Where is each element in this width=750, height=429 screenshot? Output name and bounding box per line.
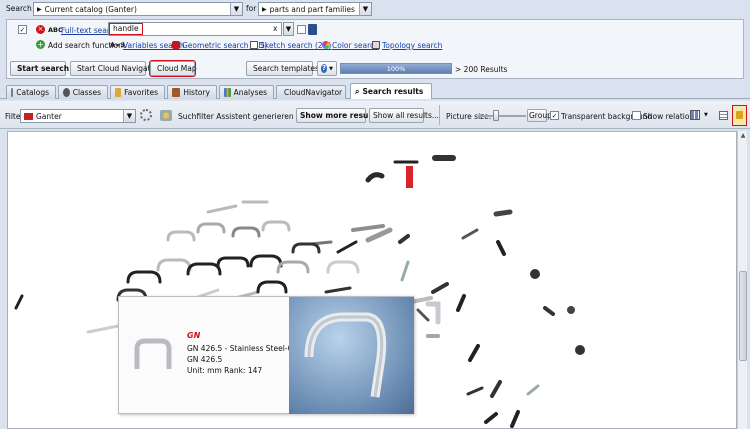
view-mode-icon[interactable] bbox=[690, 110, 700, 120]
tab-favorites[interactable]: Favorites bbox=[110, 85, 165, 99]
part-code: GN 426.5 bbox=[187, 355, 223, 364]
tab-search-results[interactable]: ⌕ Search results bbox=[350, 83, 432, 99]
tab-classes-label: Classes bbox=[72, 88, 101, 97]
play-icon: ▶ bbox=[262, 5, 267, 13]
part-large-preview bbox=[289, 297, 414, 414]
cloud-map-button[interactable]: Cloud Map bbox=[149, 60, 197, 77]
handle-render bbox=[304, 312, 387, 398]
chevron-down-icon[interactable]: ▼ bbox=[230, 3, 242, 15]
tab-cloudnavigator-label: CloudNavigator bbox=[284, 88, 343, 97]
start-search-label: Start search bbox=[17, 64, 70, 73]
chevron-down-icon[interactable]: ▼ bbox=[359, 3, 371, 15]
for-select[interactable]: ▶ parts and part families ▼ bbox=[258, 2, 372, 16]
cloud-map-view-icon bbox=[736, 111, 743, 119]
grid-view-icon[interactable] bbox=[719, 111, 728, 120]
chevron-down-icon[interactable]: ▼ bbox=[704, 112, 708, 118]
catalog-select[interactable]: ▶ Current catalog (Ganter) ▼ bbox=[33, 2, 243, 16]
scroll-thumb[interactable] bbox=[739, 271, 747, 361]
favorites-icon bbox=[115, 88, 122, 97]
color-icon bbox=[322, 41, 330, 49]
tab-cloudnavigator[interactable]: CloudNavigator bbox=[276, 85, 346, 99]
play-icon: ▶ bbox=[37, 5, 42, 13]
filter-assistant-label[interactable]: Suchfilter Assistent generieren bbox=[178, 112, 294, 121]
start-search-button[interactable]: Start search bbox=[10, 61, 70, 76]
add-function-icon: + bbox=[36, 40, 45, 49]
picture-size-slider[interactable] bbox=[478, 110, 526, 121]
catalog-select-value: Current catalog (Ganter) bbox=[44, 4, 137, 14]
show-all-results-label: Show all results... bbox=[373, 111, 440, 120]
transparent-background-checkbox[interactable]: ✓ bbox=[550, 111, 559, 120]
show-more-results-button[interactable]: Show more results... bbox=[296, 108, 388, 123]
query-input-value: handle bbox=[109, 23, 143, 35]
show-relations-checkbox[interactable] bbox=[632, 111, 641, 120]
tab-history-label: History bbox=[183, 88, 210, 97]
search-templates-button[interactable]: Search templates ▼ bbox=[246, 61, 325, 76]
group-label: Group bbox=[529, 111, 552, 120]
part-unit-rank: Unit: mm Rank: 147 bbox=[187, 366, 263, 375]
handle-thumbnail bbox=[134, 338, 172, 369]
book-icon[interactable] bbox=[308, 24, 317, 35]
tab-history[interactable]: History bbox=[167, 85, 217, 99]
query-input[interactable]: handle x bbox=[108, 22, 282, 36]
brand-logo: GN bbox=[187, 331, 201, 340]
clear-query-icon[interactable]: x bbox=[273, 24, 277, 33]
query-dropdown-button[interactable]: ▼ bbox=[283, 22, 294, 36]
chevron-down-icon: ▼ bbox=[329, 65, 333, 72]
cloud-navigator-label: Start Cloud Navigator bbox=[77, 64, 159, 73]
history-icon bbox=[172, 88, 181, 97]
tab-search-results-label: Search results bbox=[362, 87, 424, 96]
filter-select[interactable]: Ganter ▼ bbox=[20, 109, 136, 123]
fulltext-checkbox[interactable]: ✓ bbox=[18, 25, 27, 34]
tab-catalogs[interactable]: Catalogs bbox=[6, 85, 56, 99]
help-button[interactable]: ? ▼ bbox=[317, 61, 337, 76]
remove-icon[interactable]: × bbox=[36, 25, 45, 34]
topology-search-link[interactable]: Topology search bbox=[382, 41, 442, 50]
progress-bar: 100% bbox=[340, 63, 452, 74]
progress-text: 100% bbox=[386, 65, 406, 73]
option-checkbox[interactable] bbox=[297, 25, 306, 34]
for-label: for bbox=[246, 4, 257, 13]
tab-analyses-label: Analyses bbox=[233, 88, 267, 97]
toolbar-divider bbox=[439, 105, 440, 125]
for-select-value: parts and part families bbox=[269, 4, 355, 14]
sketch-search-link[interactable]: Sketch search (2D) bbox=[260, 41, 331, 50]
analyses-icon bbox=[224, 88, 231, 97]
filter-select-value: Ganter bbox=[36, 111, 62, 121]
catalogs-icon bbox=[11, 88, 14, 97]
show-all-results-button[interactable]: Show all results... bbox=[369, 108, 439, 123]
topology-icon bbox=[372, 41, 380, 49]
classes-icon bbox=[63, 88, 70, 97]
cloud-map-view-button[interactable] bbox=[732, 105, 747, 126]
search-icon: ⌕ bbox=[355, 86, 360, 96]
tab-favorites-label: Favorites bbox=[124, 88, 158, 97]
slider-thumb[interactable] bbox=[492, 110, 499, 121]
group-button[interactable]: Group bbox=[527, 109, 552, 122]
filter-logo-icon bbox=[24, 112, 33, 120]
tab-classes[interactable]: Classes bbox=[58, 85, 108, 99]
wizard-icon[interactable] bbox=[160, 110, 172, 121]
sketch-icon bbox=[250, 41, 258, 49]
geometric-icon bbox=[172, 41, 180, 49]
cloud-map-label: Cloud Map bbox=[157, 64, 197, 73]
results-count: > 200 Results bbox=[455, 65, 508, 74]
scroll-up-icon[interactable]: ▲ bbox=[738, 131, 748, 141]
help-icon: ? bbox=[321, 64, 328, 73]
vertical-scrollbar[interactable]: ▲ bbox=[737, 131, 747, 429]
part-preview-tooltip: GN GN 426.5 - Stainless Steel-Cabinet ` … bbox=[118, 296, 414, 414]
tab-catalogs-label: Catalogs bbox=[16, 88, 49, 97]
settings-icon[interactable] bbox=[140, 109, 152, 121]
chevron-down-icon[interactable]: ▼ bbox=[123, 110, 135, 122]
tab-analyses[interactable]: Analyses bbox=[219, 85, 274, 99]
start-cloud-navigator-button[interactable]: Start Cloud Navigator bbox=[70, 61, 158, 76]
search-templates-label: Search templates bbox=[253, 64, 319, 73]
